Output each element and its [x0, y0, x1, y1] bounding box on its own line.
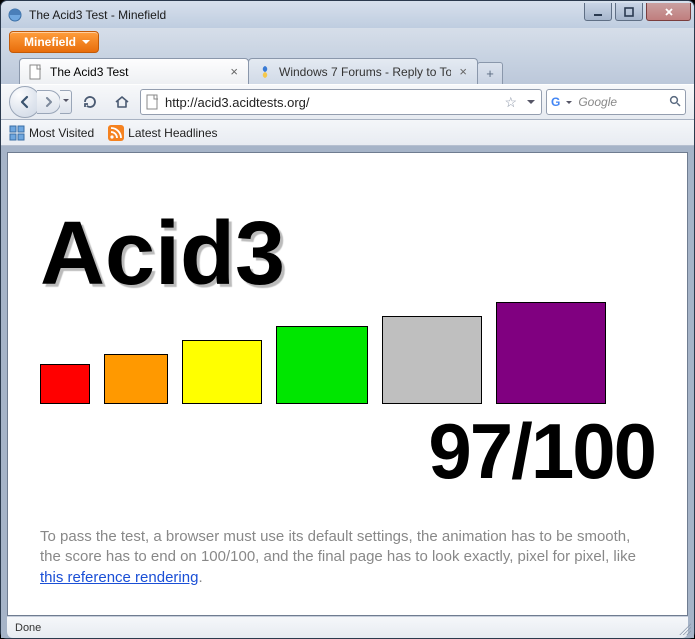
tab-close-icon[interactable]: × [457, 64, 469, 79]
tab-close-icon[interactable]: × [228, 64, 240, 79]
home-button[interactable] [108, 89, 136, 115]
google-icon: G [551, 95, 560, 109]
page-viewport[interactable]: Acid3 97/100 To pass the test, a browser… [7, 152, 688, 616]
tab-windows7forums[interactable]: Windows 7 Forums - Reply to Topic × [248, 58, 478, 84]
new-tab-button[interactable]: + [477, 62, 503, 84]
maximize-button[interactable] [615, 3, 643, 21]
search-bar[interactable]: G Google [546, 89, 686, 115]
search-engine-dropdown[interactable] [564, 98, 574, 107]
page-icon [28, 64, 44, 80]
grid-icon [9, 125, 25, 141]
bookmark-label: Latest Headlines [128, 126, 217, 140]
bookmark-most-visited[interactable]: Most Visited [9, 125, 94, 141]
search-icon[interactable] [669, 95, 681, 110]
close-button[interactable] [646, 3, 691, 21]
status-text: Done [15, 622, 41, 634]
browser-window: The Acid3 Test - Minefield Minefield The… [0, 0, 695, 639]
window-titlebar[interactable]: The Acid3 Test - Minefield [1, 1, 694, 28]
desc-text: To pass the test, a browser must use its… [40, 528, 636, 565]
acid3-title: Acid3 [40, 203, 655, 306]
acid3-description: To pass the test, a browser must use its… [40, 527, 655, 588]
resize-grip[interactable] [679, 623, 691, 635]
acid3-box-1 [40, 364, 90, 404]
bookmark-star-icon[interactable]: ☆ [500, 94, 521, 111]
navigation-toolbar: ☆ G Google [1, 84, 694, 120]
reload-button[interactable] [76, 89, 104, 115]
window-title: The Acid3 Test - Minefield [29, 8, 584, 22]
site-icon [257, 64, 273, 80]
arrow-right-icon [44, 97, 54, 107]
history-dropdown-button[interactable] [60, 90, 72, 114]
app-menu-button[interactable]: Minefield [9, 31, 99, 53]
acid3-box-6 [496, 302, 606, 404]
url-input[interactable] [165, 95, 496, 110]
bookmark-label: Most Visited [29, 126, 94, 140]
back-forward-group [9, 86, 72, 118]
forward-button[interactable] [37, 90, 61, 114]
tabstrip: The Acid3 Test × Windows 7 Forums - Repl… [1, 56, 694, 84]
tab-acid3[interactable]: The Acid3 Test × [19, 58, 249, 84]
window-controls [584, 3, 694, 21]
tab-label: Windows 7 Forums - Reply to Topic [279, 65, 451, 79]
acid3-box-3 [182, 340, 262, 404]
app-icon [7, 7, 23, 23]
reference-rendering-link[interactable]: this reference rendering [40, 569, 198, 586]
menubar: Minefield [1, 28, 694, 56]
acid3-score: 97/100 [40, 406, 655, 497]
arrow-left-icon [18, 95, 32, 109]
acid3-box-2 [104, 354, 168, 404]
search-placeholder: Google [578, 95, 665, 109]
content-area-wrapper: Acid3 97/100 To pass the test, a browser… [1, 146, 694, 638]
acid3-boxes [40, 302, 655, 404]
reload-icon [82, 94, 98, 110]
status-bar: Done [7, 616, 688, 638]
acid3-box-5 [382, 316, 482, 404]
url-dropdown-button[interactable] [525, 96, 537, 108]
tab-label: The Acid3 Test [50, 65, 222, 79]
desc-text-end: . [198, 569, 202, 586]
minimize-button[interactable] [584, 3, 612, 21]
rss-icon [108, 125, 124, 141]
bookmark-latest-headlines[interactable]: Latest Headlines [108, 125, 217, 141]
bookmarks-toolbar: Most Visited Latest Headlines [1, 120, 694, 146]
url-bar[interactable]: ☆ [140, 89, 542, 115]
acid3-box-4 [276, 326, 368, 404]
page-icon [145, 94, 161, 110]
home-icon [114, 94, 130, 110]
